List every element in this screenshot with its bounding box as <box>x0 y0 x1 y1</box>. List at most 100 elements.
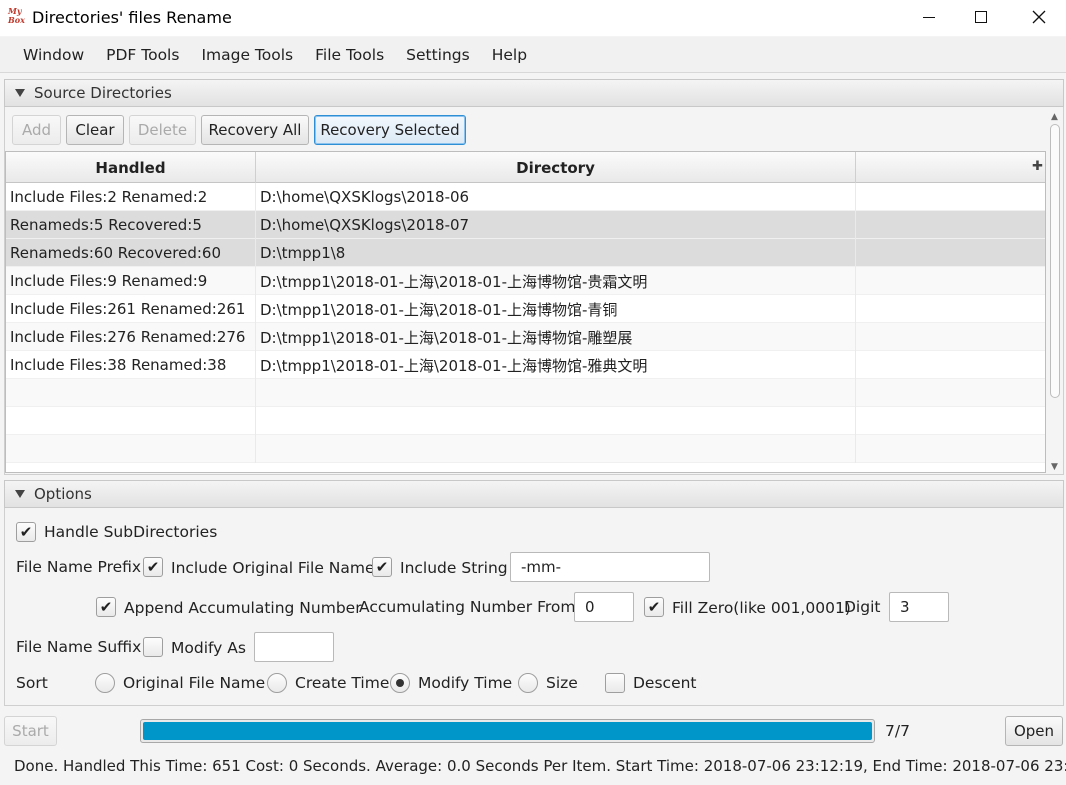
table-row[interactable]: Include Files:261 Renamed:261 D:\tmpp1\20… <box>6 295 1045 323</box>
cell-extra <box>856 183 1045 211</box>
include-original-label: Include Original File Name <box>171 559 375 577</box>
source-directories-header[interactable]: Source Directories <box>4 79 1064 107</box>
sort-original-label: Original File Name <box>123 674 266 692</box>
cell-directory: D:\home\QXSKlogs\2018-07 <box>256 211 856 239</box>
column-menu-icon[interactable]: ✚ <box>1032 159 1043 174</box>
table-header: Handled Directory ✚ <box>6 152 1045 183</box>
fill-zero-label: Fill Zero(like 001,0001) <box>672 599 851 617</box>
cell-directory: D:\home\QXSKlogs\2018-06 <box>256 183 856 211</box>
app-logo: My Box <box>8 7 26 27</box>
include-string-input[interactable]: -mm- <box>510 552 710 582</box>
column-header-extra: ✚ <box>856 152 1045 183</box>
maximize-button[interactable] <box>952 0 1010 34</box>
include-string-checkbox[interactable]: ✔ <box>372 557 392 577</box>
minimize-button[interactable] <box>900 0 958 34</box>
check-icon: ✔ <box>19 522 33 541</box>
options-header[interactable]: Options <box>4 480 1064 508</box>
descent-label: Descent <box>633 674 697 692</box>
digit-input[interactable]: 3 <box>889 592 949 622</box>
sort-modify-time-label: Modify Time <box>418 674 513 692</box>
app-logo-text: My Box <box>8 6 25 25</box>
cell-extra <box>856 295 1045 323</box>
descent-checkbox[interactable] <box>605 673 625 693</box>
column-header-directory[interactable]: Directory <box>256 152 856 183</box>
table-row[interactable] <box>6 379 1045 407</box>
scrollbar-thumb[interactable] <box>1050 124 1060 398</box>
cell-directory <box>256 379 856 407</box>
close-button[interactable] <box>1010 0 1066 34</box>
include-original-checkbox[interactable]: ✔ <box>143 557 163 577</box>
menu-settings[interactable]: Settings <box>395 46 481 64</box>
sort-size-label: Size <box>546 674 578 692</box>
add-button[interactable]: Add <box>12 115 61 145</box>
cell-directory: D:\tmpp1\2018-01-上海\2018-01-上海博物馆-贵霜文明 <box>256 267 856 295</box>
column-header-handled[interactable]: Handled <box>6 152 256 183</box>
sort-size-radio[interactable] <box>518 673 538 693</box>
window-title: Directories' files Rename <box>32 8 232 27</box>
table-row[interactable]: Include Files:38 Renamed:38 D:\tmpp1\2018… <box>6 351 1045 379</box>
cell-handled: Include Files:38 Renamed:38 <box>6 351 256 379</box>
menu-help[interactable]: Help <box>481 46 538 64</box>
table-row[interactable]: Include Files:9 Renamed:9 D:\tmpp1\2018-0… <box>6 267 1045 295</box>
include-string-label: Include String <box>400 559 508 577</box>
check-icon: ✔ <box>375 557 389 576</box>
close-icon <box>1032 10 1046 24</box>
source-directories-title: Source Directories <box>34 84 172 102</box>
menu-image-tools[interactable]: Image Tools <box>190 46 304 64</box>
table-row[interactable] <box>6 407 1045 435</box>
options-title: Options <box>34 485 92 503</box>
table-row[interactable]: Renameds:60 Recovered:60 D:\tmpp1\8 <box>6 239 1045 267</box>
progress-count: 7/7 <box>885 722 910 740</box>
title-bar: My Box Directories' files Rename <box>0 0 1066 36</box>
modify-as-input[interactable] <box>254 632 334 662</box>
menu-bar: Window PDF Tools Image Tools File Tools … <box>0 37 1066 73</box>
table-row[interactable]: Renameds:5 Recovered:5 D:\home\QXSKlogs\2… <box>6 211 1045 239</box>
scroll-down-icon[interactable]: ▼ <box>1051 462 1058 472</box>
fill-zero-checkbox[interactable]: ✔ <box>644 597 664 617</box>
append-accumulating-checkbox[interactable]: ✔ <box>96 597 116 617</box>
start-button[interactable]: Start <box>4 716 57 746</box>
cell-extra <box>856 239 1045 267</box>
cell-handled: Include Files:276 Renamed:276 <box>6 323 256 351</box>
menu-window[interactable]: Window <box>12 46 95 64</box>
cell-extra <box>856 379 1045 407</box>
collapse-triangle-icon <box>15 89 25 97</box>
directories-table: Handled Directory ✚ Include Files:2 Rena… <box>5 151 1046 473</box>
handle-subdirectories-label: Handle SubDirectories <box>44 523 218 541</box>
clear-button[interactable]: Clear <box>66 115 124 145</box>
file-name-prefix-label: File Name Prefix <box>16 558 142 576</box>
cell-directory: D:\tmpp1\2018-01-上海\2018-01-上海博物馆-雕塑展 <box>256 323 856 351</box>
table-scrollbar[interactable]: ▲ ▼ <box>1047 108 1063 474</box>
menu-pdf-tools[interactable]: PDF Tools <box>95 46 190 64</box>
cell-extra <box>856 351 1045 379</box>
cell-handled: Include Files:9 Renamed:9 <box>6 267 256 295</box>
minimize-icon <box>923 16 935 18</box>
menu-file-tools[interactable]: File Tools <box>304 46 395 64</box>
modify-as-checkbox[interactable] <box>143 637 163 657</box>
open-button[interactable]: Open <box>1005 716 1063 746</box>
table-row[interactable]: Include Files:2 Renamed:2 D:\home\QXSKlog… <box>6 183 1045 211</box>
recovery-selected-button[interactable]: Recovery Selected <box>314 115 466 145</box>
cell-handled: Renameds:5 Recovered:5 <box>6 211 256 239</box>
modify-as-label: Modify As <box>171 639 246 657</box>
status-text: Done. Handled This Time: 651 Cost: 0 Sec… <box>14 757 1066 775</box>
scroll-up-icon[interactable]: ▲ <box>1051 112 1058 122</box>
cell-handled <box>6 379 256 407</box>
delete-button[interactable]: Delete <box>129 115 196 145</box>
file-name-suffix-label: File Name Suffix <box>16 638 142 656</box>
append-accumulating-label: Append Accumulating Number <box>124 599 362 617</box>
recovery-all-button[interactable]: Recovery All <box>201 115 309 145</box>
sort-create-time-radio[interactable] <box>267 673 287 693</box>
cell-extra <box>856 407 1045 435</box>
sort-original-radio[interactable] <box>95 673 115 693</box>
handle-subdirectories-checkbox[interactable]: ✔ <box>16 522 36 542</box>
table-row[interactable]: Include Files:276 Renamed:276 D:\tmpp1\20… <box>6 323 1045 351</box>
cell-extra <box>856 323 1045 351</box>
sort-modify-time-radio[interactable] <box>390 673 410 693</box>
accumulating-from-input[interactable]: 0 <box>574 592 634 622</box>
table-row[interactable] <box>6 435 1045 463</box>
cell-directory <box>256 435 856 463</box>
cell-extra <box>856 267 1045 295</box>
cell-handled: Renameds:60 Recovered:60 <box>6 239 256 267</box>
maximize-icon <box>975 11 987 23</box>
